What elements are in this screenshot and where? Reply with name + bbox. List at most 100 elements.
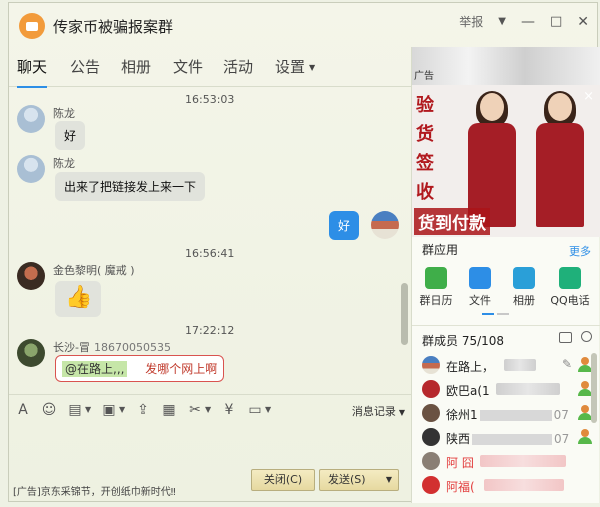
tab-settings[interactable]: 设置 ▼ xyxy=(275,56,315,77)
chevron-down-icon[interactable]: ▼ xyxy=(498,16,506,27)
tab-settings-label: 设置 xyxy=(275,58,306,76)
scissors-icon[interactable]: ✂ xyxy=(187,402,203,418)
chevron-down-icon[interactable]: ▼ xyxy=(119,405,125,414)
bottom-ad-text[interactable]: [广告]京东采锦节，开创纸巾新时代‼ xyxy=(13,483,176,498)
report-button[interactable]: 举报 xyxy=(459,13,483,30)
image-icon[interactable]: ▣ xyxy=(101,402,117,418)
banner-ad[interactable]: 验货签收 货到付款 × xyxy=(412,85,600,237)
chevron-down-icon[interactable]: ▼ xyxy=(386,470,392,490)
message-bubble: 好 xyxy=(55,121,86,150)
chevron-down-icon[interactable]: ▼ xyxy=(205,405,211,414)
member-name-wrap: 陕西 07 xyxy=(446,430,569,447)
input-toolbar: A ☺ ▤ ▼ ▣ ▼ ⇪ ▦ ✂ ▼ ¥ ▭ ▼ 消息记录 ▼ xyxy=(9,394,411,424)
avatar[interactable] xyxy=(17,339,45,367)
member-name: 陕西 xyxy=(446,432,471,446)
search-icon[interactable] xyxy=(581,331,592,342)
chat-scrollbar[interactable] xyxy=(401,91,408,391)
pager-dot[interactable] xyxy=(497,313,509,315)
member-item[interactable]: 阿 囧 xyxy=(412,449,592,473)
member-id-suffix: 07 xyxy=(554,432,570,446)
member-name-wrap: 徐州1 07 xyxy=(446,406,569,423)
edit-icon[interactable]: ✎ xyxy=(562,357,572,371)
avatar-self[interactable] xyxy=(371,211,399,239)
app-album[interactable]: 相册 xyxy=(504,267,544,308)
avatar[interactable] xyxy=(17,155,45,183)
app-pager xyxy=(482,313,509,315)
message-bubble: 出来了把链接发上来一下 xyxy=(55,172,206,201)
redacted-text xyxy=(504,359,536,371)
app-qq-call[interactable]: QQ电话 xyxy=(550,267,590,308)
ad-vertical-text: 验货签收 xyxy=(416,95,434,203)
avatar xyxy=(422,476,440,494)
member-count-title: 群成员 75/108 xyxy=(422,334,505,348)
screen-share-icon[interactable]: ▭ xyxy=(247,402,263,418)
send-button[interactable]: 发送(S) ▼ xyxy=(319,469,399,491)
upload-icon[interactable]: ⇪ xyxy=(135,402,151,418)
mention-tag[interactable]: @在路上,,, xyxy=(62,361,128,377)
member-role-icon xyxy=(578,357,592,373)
thumbs-up-icon xyxy=(61,285,95,313)
title-bar: 传家币被骗报案群 举报 ▼ — □ ✕ xyxy=(9,3,599,43)
model-figure xyxy=(532,91,588,227)
avatar[interactable] xyxy=(17,262,45,290)
member-name: 阿 囧 xyxy=(446,456,474,470)
sender-info: 长沙-冒 18670050535 xyxy=(53,339,171,355)
member-item[interactable]: 徐州1 07 xyxy=(412,401,592,425)
minimize-icon[interactable]: — xyxy=(521,14,535,30)
chevron-down-icon[interactable]: ▼ xyxy=(265,405,271,414)
invite-icon[interactable] xyxy=(559,332,572,343)
avatar[interactable] xyxy=(17,105,45,133)
member-item[interactable]: 陕西 07 xyxy=(412,425,592,449)
sender-name: 陈龙 xyxy=(53,157,75,170)
avatar xyxy=(422,428,440,446)
member-id-suffix: 07 xyxy=(553,408,569,422)
red-packet-icon[interactable]: ¥ xyxy=(221,402,237,418)
emoji-icon[interactable]: ☺ xyxy=(41,402,57,418)
close-ad-icon[interactable]: × xyxy=(583,89,594,104)
tab-files[interactable]: 文件 xyxy=(173,56,203,77)
member-header: 群成员 75/108 xyxy=(412,325,600,351)
gift-icon[interactable]: ▦ xyxy=(161,402,177,418)
more-apps-link[interactable]: 更多 xyxy=(569,243,591,259)
tab-announcement[interactable]: 公告 xyxy=(70,56,100,77)
sender-phone: 18670050535 xyxy=(93,341,171,354)
timestamp: 16:56:41 xyxy=(185,247,235,260)
app-files[interactable]: 文件 xyxy=(460,267,500,308)
maximize-icon[interactable]: □ xyxy=(550,14,562,29)
app-label: 相册 xyxy=(513,294,535,307)
redacted-text xyxy=(484,479,564,491)
scroll-thumb[interactable] xyxy=(401,283,408,345)
pager-dot[interactable] xyxy=(482,313,494,315)
tab-chat[interactable]: 聊天 xyxy=(17,56,48,88)
calendar-icon xyxy=(425,267,447,289)
top-banner-ad[interactable]: 广告 xyxy=(412,47,600,85)
member-name: 欧巴a(1 xyxy=(446,384,490,398)
message-bubble-self: 好 xyxy=(329,211,360,240)
member-scrollbar[interactable] xyxy=(591,353,597,423)
chat-window: 传家币被骗报案群 举报 ▼ — □ ✕ 聊天 公告 相册 文件 活动 设置 ▼ 1… xyxy=(8,2,600,503)
redacted-text xyxy=(472,434,553,445)
member-item[interactable]: 欧巴a(1 xyxy=(412,377,592,401)
member-item[interactable]: 在路上， ✎ xyxy=(412,353,592,377)
file-icon xyxy=(469,267,491,289)
message-input[interactable] xyxy=(9,425,411,475)
font-icon[interactable]: A xyxy=(15,402,31,418)
timestamp: 16:53:03 xyxy=(185,93,235,106)
member-item[interactable]: 阿福( xyxy=(412,473,592,497)
group-title: 传家币被骗报案群 xyxy=(53,18,174,36)
right-sidebar: 广告 验货签收 货到付款 × 群应用 更多 群日历 文件 相册 QQ电话 群成员… xyxy=(411,47,600,503)
redacted-text xyxy=(496,383,560,395)
close-icon[interactable]: ✕ xyxy=(577,14,589,30)
app-label: QQ电话 xyxy=(550,294,590,307)
chevron-down-icon[interactable]: ▼ xyxy=(85,405,91,414)
message-list: 16:53:03 陈龙 好 陈龙 出来了把链接发上来一下 好 16:56:41 … xyxy=(9,89,411,389)
gif-icon[interactable]: ▤ xyxy=(67,402,83,418)
close-chat-button[interactable]: 关闭(C) xyxy=(251,469,315,491)
message-history-button[interactable]: 消息记录 ▼ xyxy=(352,403,405,419)
member-role-icon xyxy=(578,381,592,397)
tab-activities[interactable]: 活动 xyxy=(223,56,253,77)
tab-album[interactable]: 相册 xyxy=(121,56,151,77)
chevron-down-icon: ▼ xyxy=(309,63,316,72)
app-calendar[interactable]: 群日历 xyxy=(416,267,456,308)
message-text: 发哪个网上啊 xyxy=(145,362,218,376)
